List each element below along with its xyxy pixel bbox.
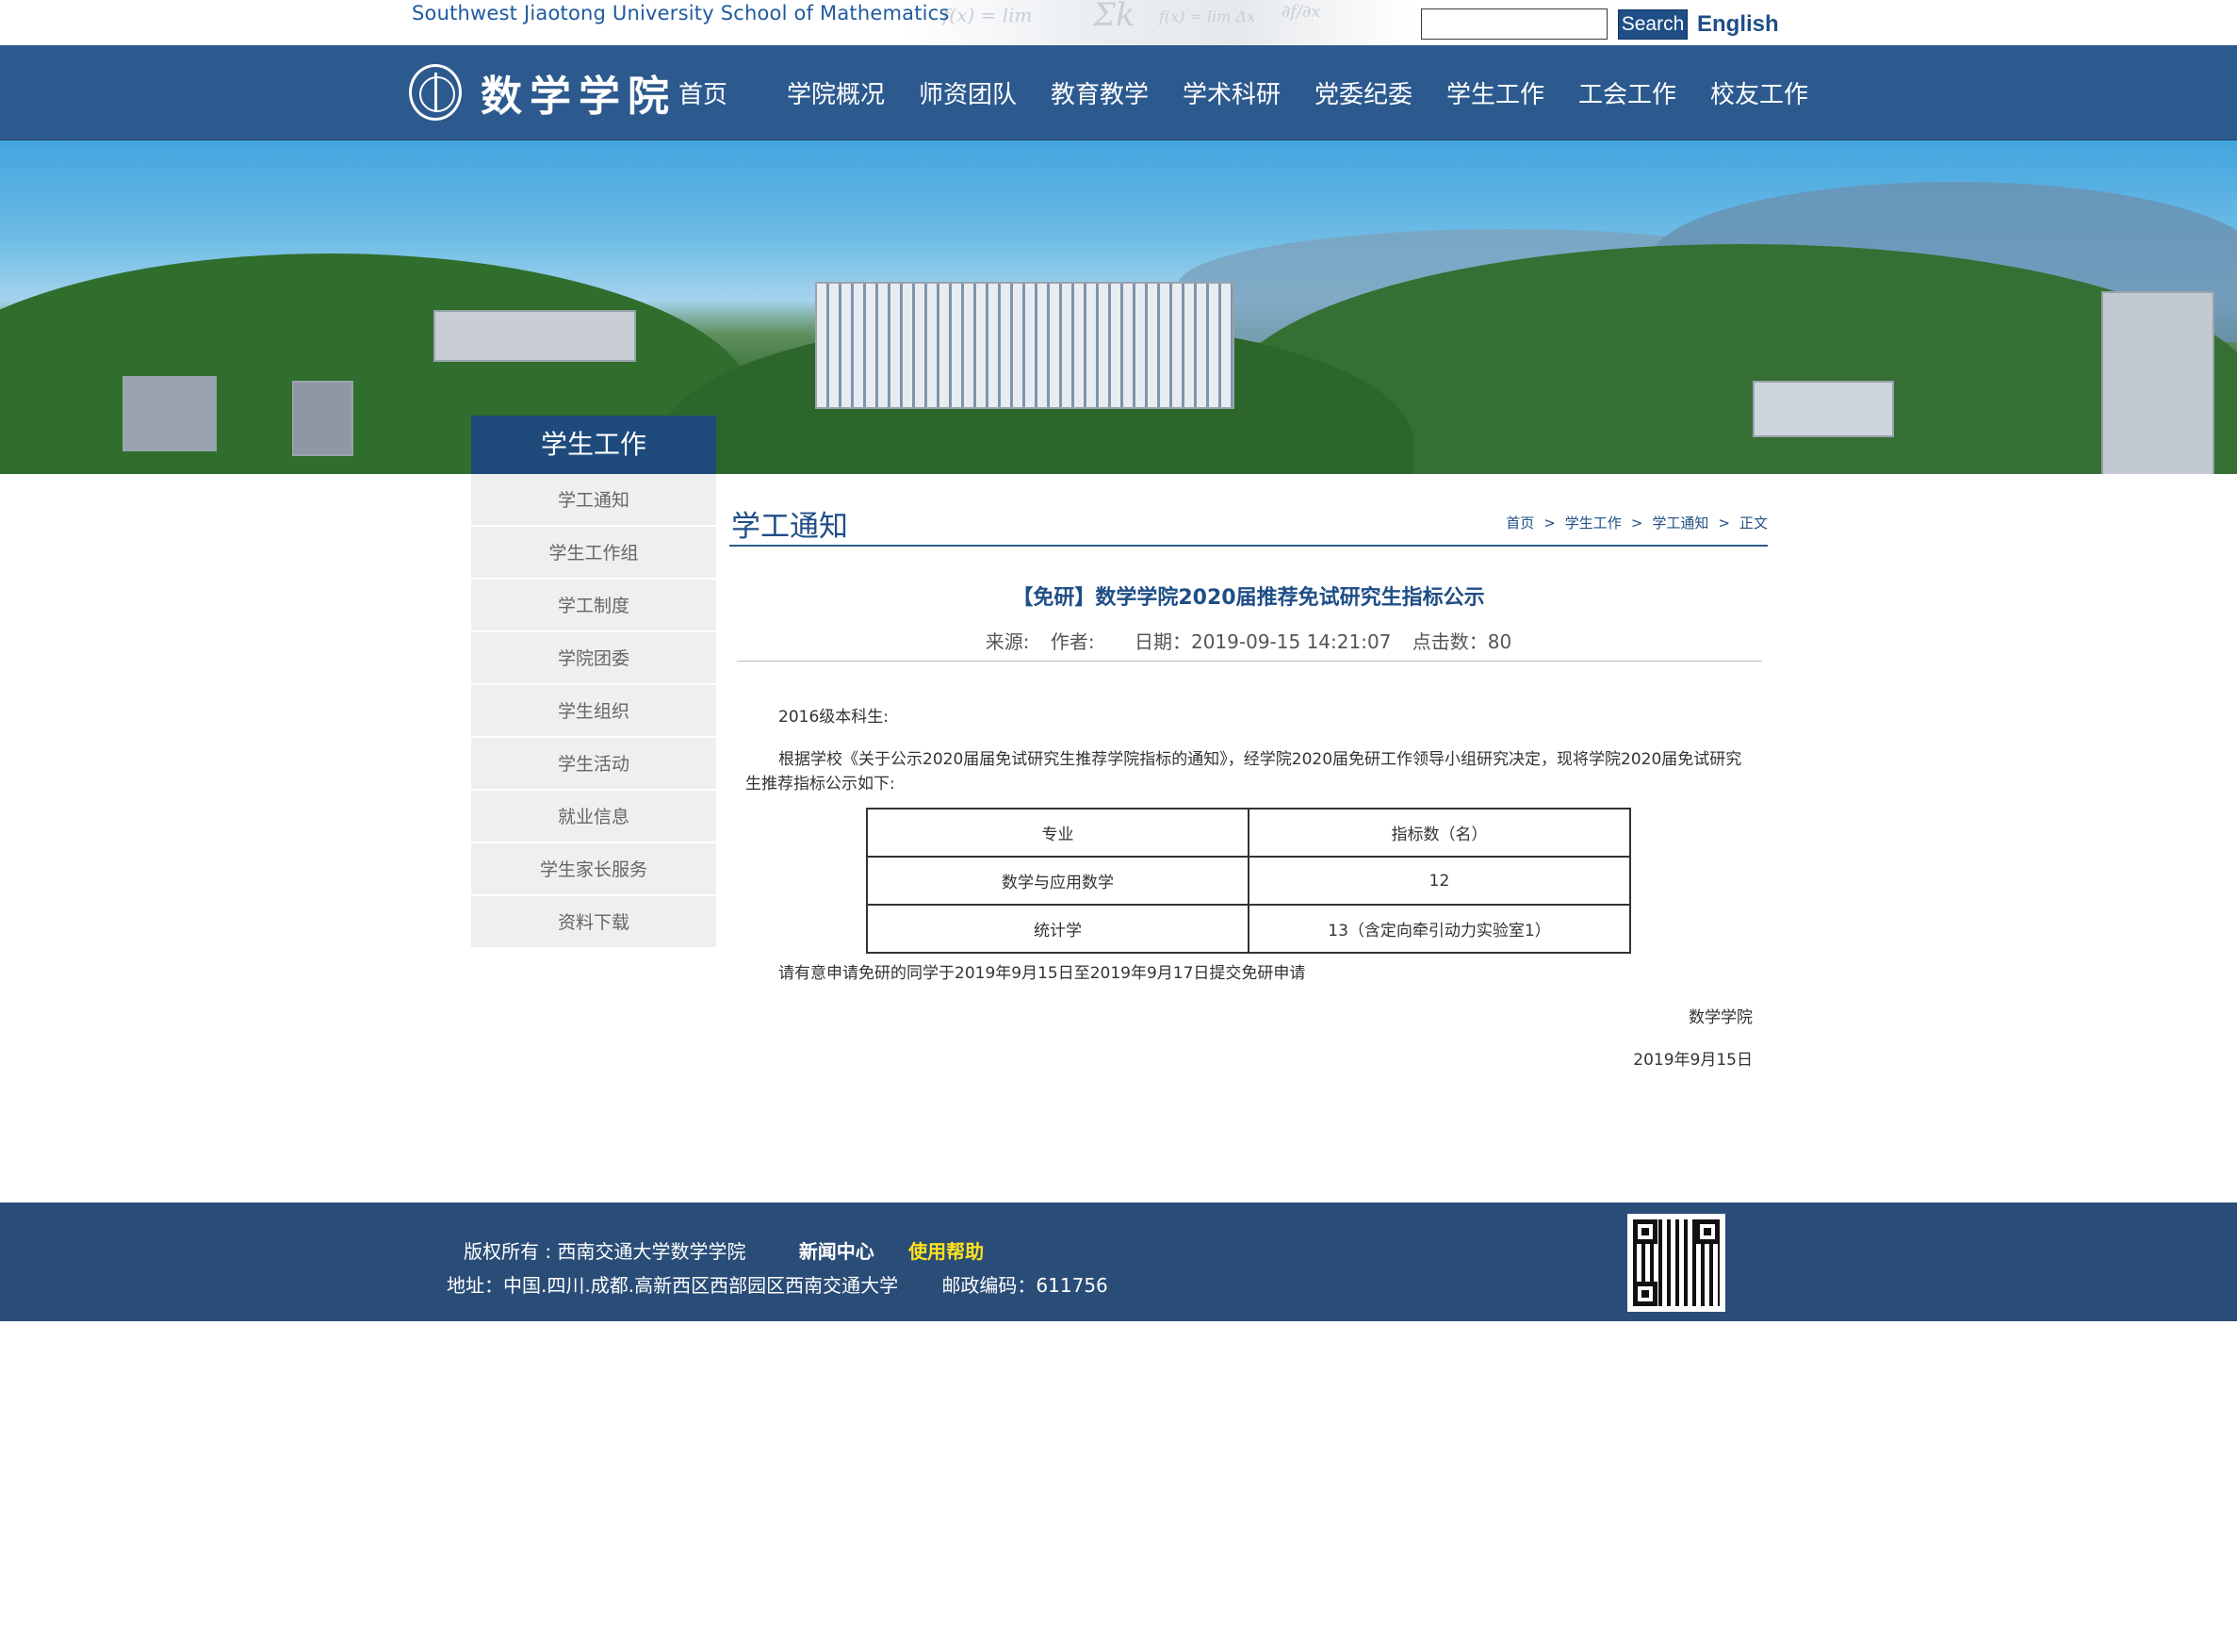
- content-heading: 学工通知: [731, 510, 848, 544]
- site-name-english[interactable]: Southwest Jiaotong University School of …: [412, 2, 950, 25]
- article-greeting: 2016级本科生:: [778, 708, 889, 727]
- sidebar-item-downloads[interactable]: 资料下载: [471, 896, 716, 949]
- table-cell: 统计学: [866, 904, 1249, 954]
- nav-item-faculty[interactable]: 师资团队: [919, 75, 1017, 110]
- sidebar-item-regulations[interactable]: 学工制度: [471, 580, 716, 632]
- article-area: 学工通知 首页 > 学生工作 > 学工通知 > 正文 【免研】数学学院2020届推荐免试研究…: [729, 499, 1768, 1070]
- campus-banner-image: [0, 140, 2237, 474]
- search-input[interactable]: [1421, 8, 1608, 40]
- table-row: 统计学 13（含定向牵引动力实验室1）: [866, 904, 1631, 954]
- article-notice: 请有意申请免研的同学于2019年9月15日至2019年9月17日提交免研申请: [778, 964, 1306, 983]
- meta-author: 作者:: [1050, 630, 1095, 653]
- breadcrumb-separator: >: [1718, 515, 1730, 532]
- meta-clicks: 点击数：80: [1412, 630, 1512, 653]
- divider: [737, 661, 1762, 662]
- content-header: 学工通知 首页 > 学生工作 > 学工通知 > 正文: [729, 499, 1768, 547]
- meta-source: 来源:: [985, 630, 1030, 653]
- school-logo[interactable]: 数学学院: [409, 62, 677, 123]
- footer-news-link[interactable]: 新闻中心: [799, 1240, 874, 1263]
- article-meta: 来源: 作者: 日期：2019-09-15 14:21:07 点击数：80: [729, 627, 1768, 654]
- table-header-quota: 指标数（名）: [1248, 808, 1631, 858]
- breadcrumb-separator: >: [1630, 515, 1643, 532]
- nav-item-party[interactable]: 党委纪委: [1314, 75, 1412, 110]
- nav-item-overview[interactable]: 学院概况: [787, 75, 885, 110]
- breadcrumb-notices[interactable]: 学工通知: [1652, 515, 1708, 532]
- footer-links: 版权所有 : 西南交通大学数学学院 新闻中心 使用帮助: [464, 1236, 984, 1264]
- footer-zip: 邮政编码：611756: [941, 1274, 1108, 1297]
- footer-address: 地址：中国.四川.成都.高新西区西部园区西南交通大学: [447, 1274, 899, 1297]
- nav-item-education[interactable]: 教育教学: [1051, 75, 1149, 110]
- meta-date: 日期：2019-09-15 14:21:07: [1134, 630, 1392, 653]
- article-sign-date: 2019年9月15日: [1633, 1051, 1753, 1070]
- sidebar-menu: 学工通知 学生工作组 学工制度 学院团委 学生组织 学生活动 就业信息 学生家长…: [471, 474, 716, 949]
- sidebar-item-organizations[interactable]: 学生组织: [471, 685, 716, 738]
- breadcrumb-separator: >: [1543, 515, 1556, 532]
- article-paragraph: 根据学校《关于公示2020届届免试研究生推荐学院指标的通知》，经学院2020届免…: [745, 750, 1742, 793]
- nav-item-home[interactable]: 首页: [678, 75, 727, 110]
- logo-text: 数学学院: [481, 73, 677, 121]
- english-link[interactable]: English: [1697, 11, 1779, 38]
- nav-item-research[interactable]: 学术科研: [1183, 75, 1281, 110]
- table-header-row: 专业 指标数（名）: [866, 808, 1631, 858]
- search-button[interactable]: Search: [1618, 9, 1688, 40]
- nav-item-alumni[interactable]: 校友工作: [1710, 75, 1808, 110]
- breadcrumb-home[interactable]: 首页: [1506, 515, 1534, 532]
- table-header-major: 专业: [866, 808, 1249, 858]
- top-bar: f(x) = lim Σk f(x) = lim Δx ∂f/∂x Southw…: [0, 0, 2237, 45]
- footer-help-link[interactable]: 使用帮助: [908, 1240, 984, 1263]
- footer-address-line: 地址：中国.四川.成都.高新西区西部园区西南交通大学 邮政编码：611756: [447, 1270, 1108, 1298]
- table-cell: 数学与应用数学: [866, 856, 1249, 906]
- breadcrumb: 首页 > 学生工作 > 学工通知 > 正文: [1506, 513, 1768, 532]
- breadcrumb-current: 正文: [1739, 515, 1768, 532]
- sidebar-item-notices[interactable]: 学工通知: [471, 474, 716, 527]
- qr-code-icon: [1627, 1214, 1725, 1312]
- footer-copyright: 版权所有 : 西南交通大学数学学院: [464, 1240, 746, 1263]
- table-cell: 13（含定向牵引动力实验室1）: [1248, 904, 1631, 954]
- table-cell: 12: [1248, 856, 1631, 906]
- sidebar-item-work-group[interactable]: 学生工作组: [471, 527, 716, 580]
- sidebar-item-employment[interactable]: 就业信息: [471, 791, 716, 843]
- article-title: 【免研】数学学院2020届推荐免试研究生指标公示: [1012, 586, 1485, 610]
- article-signature: 数学学院: [1689, 1008, 1753, 1027]
- sidebar-item-parent-service[interactable]: 学生家长服务: [471, 843, 716, 896]
- nav-item-student-work[interactable]: 学生工作: [1446, 75, 1544, 110]
- formula-background: f(x) = lim Σk f(x) = lim Δx ∂f/∂x: [905, 0, 1413, 45]
- university-emblem-icon: [409, 64, 462, 121]
- footer: 版权所有 : 西南交通大学数学学院 新闻中心 使用帮助 地址：中国.四川.成都.…: [0, 1202, 2237, 1321]
- main-nav: 数学学院 首页 学院概况 师资团队 教育教学 学术科研 党委纪委 学生工作 工会…: [0, 45, 2237, 140]
- quota-table: 专业 指标数（名） 数学与应用数学 12 统计学 13（含定向牵引动力实验室1）: [866, 808, 1631, 954]
- sidebar-item-youth-league[interactable]: 学院团委: [471, 632, 716, 685]
- section-title: 学生工作: [471, 416, 716, 474]
- sidebar-item-activities[interactable]: 学生活动: [471, 738, 716, 791]
- breadcrumb-student-work[interactable]: 学生工作: [1565, 515, 1622, 532]
- nav-item-union[interactable]: 工会工作: [1578, 75, 1676, 110]
- table-row: 数学与应用数学 12: [866, 856, 1631, 906]
